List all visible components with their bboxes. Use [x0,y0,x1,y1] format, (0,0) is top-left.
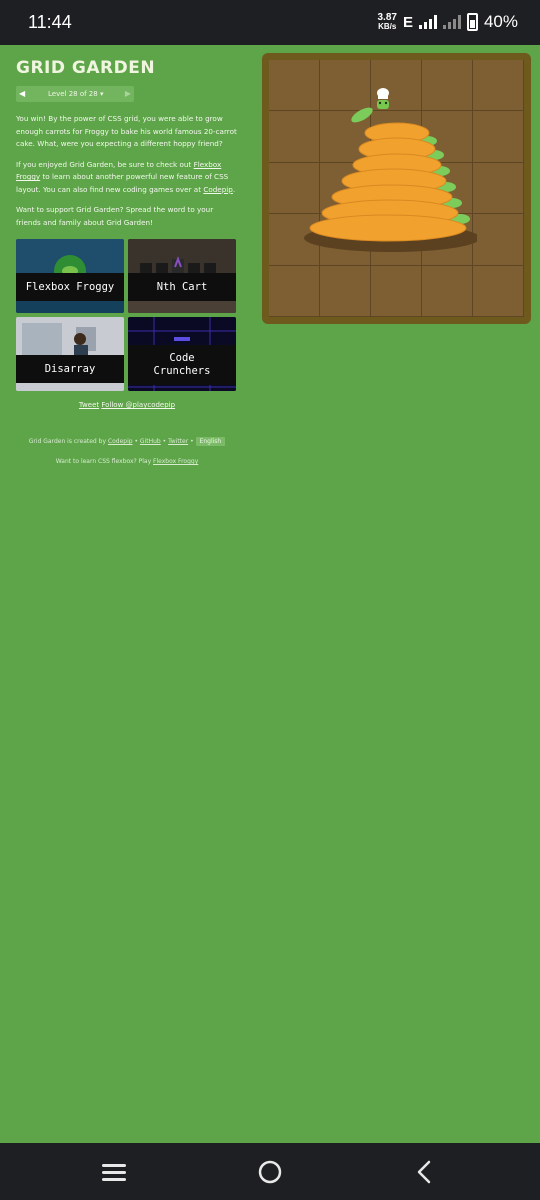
flexbox-froggy-promo-link[interactable]: Flexbox Froggy [153,458,198,465]
separator: • [132,438,140,445]
battery-percent: 40% [483,12,518,31]
enjoy-text-1: If you enjoyed Grid Garden, be sure to c… [16,159,194,169]
codepip-credit-link[interactable]: Codepip [108,438,133,445]
tweet-link[interactable]: Tweet [79,401,99,409]
game-card-disarray[interactable]: Disarray [16,317,124,391]
games-grid: Flexbox Froggy Nth Cart Disarray Code Cr… [16,239,238,391]
garden-cell [473,111,524,163]
garden-cell [371,265,422,317]
garden-board [262,53,531,324]
garden-cell [473,60,524,112]
status-bar: 11:44 3.87 KB/s E 40% [0,0,540,45]
level-navigator: ◀ Level 28 of 28 ▾ ▶ [16,86,134,102]
page-title: GRID GARDEN [16,58,156,78]
home-icon [258,1160,282,1184]
flexbox-promo-text: Want to learn CSS flexbox? Play [55,458,154,465]
previous-level-button[interactable]: ◀ [19,89,25,98]
back-button[interactable] [404,1157,444,1187]
github-link[interactable]: GitHub [140,438,161,445]
game-name: Nth Cart [128,273,236,301]
garden-cell [473,214,524,266]
game-name: Disarray [16,355,124,383]
garden-cell [269,265,320,317]
network-speed: 3.87 KB/s [377,12,397,32]
enjoy-message: If you enjoyed Grid Garden, be sure to c… [16,159,238,197]
carrot-pile-icon [304,107,477,252]
win-message: You win! By the power of CSS grid, you w… [16,114,237,148]
battery-icon [466,13,478,31]
system-nav-bar [0,1143,540,1200]
home-button[interactable] [250,1157,290,1187]
network-speed-unit: KB/s [378,22,397,31]
garden-cell [320,265,371,317]
back-icon [417,1160,431,1184]
social-links: Tweet Follow @playcodepip [16,401,238,409]
twitter-link[interactable]: Twitter [168,438,188,445]
game-card-code-crunchers[interactable]: Code Crunchers [128,317,236,391]
credits-prefix: Grid Garden is created by [28,438,108,445]
level-indicator[interactable]: Level 28 of 28 ▾ [48,90,103,98]
recent-apps-icon [102,1164,126,1181]
language-select[interactable]: English [195,437,226,446]
status-icons: 3.87 KB/s E 40% [377,10,518,34]
game-card-nth-cart[interactable]: Nth Cart [128,239,236,313]
clock: 11:44 [28,12,72,32]
signal-secondary-icon [442,15,461,29]
garden-cell [422,265,473,317]
game-card-flexbox-froggy[interactable]: Flexbox Froggy [16,239,124,313]
support-message: Want to support Grid Garden? Spread the … [16,205,214,227]
instructions-panel: GRID GARDEN ◀ Level 28 of 28 ▾ ▶ You win… [16,58,238,465]
separator: • [160,438,169,445]
signal-icon [418,15,437,29]
follow-link[interactable]: Follow @playcodepip [101,401,175,409]
network-type: E [402,13,413,31]
codepip-link[interactable]: Codepip [203,185,233,194]
flexbox-promo: Want to learn CSS flexbox? Play Flexbox … [16,458,238,465]
game-name: Code Crunchers [128,345,236,385]
game-name: Flexbox Froggy [16,273,124,301]
garden-cell [473,162,524,215]
recent-apps-button[interactable] [94,1157,134,1187]
network-speed-value: 3.87 [377,12,397,23]
next-level-button[interactable]: ▶ [125,89,131,98]
garden-cell [473,265,524,317]
separator: • [188,438,196,445]
enjoy-text-3: . [232,184,236,194]
credits-line: Grid Garden is created by Codepip • GitH… [16,437,238,446]
enjoy-text-2: to learn about another powerful new feat… [16,172,229,194]
